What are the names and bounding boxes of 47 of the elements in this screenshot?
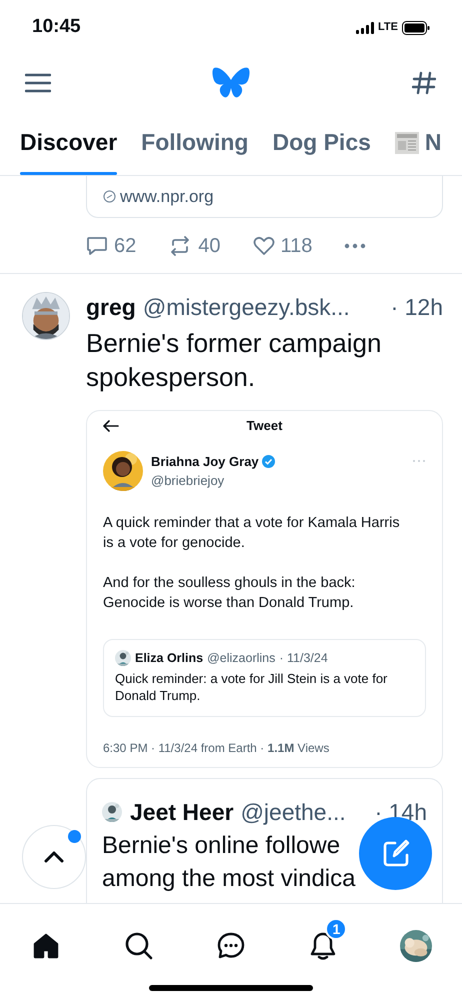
tweet-text: A quick reminder that a vote for Kamala Harris is a vote for genocide.: [103, 514, 401, 553]
feed-tab[interactable]: Following: [141, 110, 248, 175]
author-name[interactable]: greg: [86, 292, 136, 322]
feed-tab[interactable]: Discover: [20, 110, 118, 175]
compose-icon: [380, 838, 410, 868]
post-text: among the most vindica: [102, 864, 356, 894]
feed-tab[interactable]: Dog Pics: [272, 110, 371, 175]
post-text: Bernie's online followe: [102, 831, 340, 861]
link-card[interactable]: www.npr.org: [86, 176, 443, 218]
hashtag-icon: [412, 70, 436, 94]
reply-icon: [86, 236, 108, 256]
post-text: Bernie's former campaign spokesperson.: [86, 327, 382, 394]
quoted-tweet[interactable]: Eliza Orlins @elizaorlins · 11/3/24 Quick reminder: a vote for Jill Stein is a vote for Donald Trump.: [103, 639, 426, 717]
quote-date: · 11/3/24: [279, 650, 328, 667]
butterfly-logo: [212, 66, 250, 100]
post-time: · 12h: [390, 293, 443, 322]
repost-button[interactable]: 40: [168, 230, 220, 260]
heart-icon: [252, 236, 274, 256]
embedded-screenshot[interactable]: [86, 410, 443, 768]
quote-handle: @elizaorlins: [207, 650, 276, 667]
more-button[interactable]: [344, 242, 366, 248]
globe-icon: [103, 190, 116, 203]
tweet-meta: 6:30 PM · 11/3/24 from Earth · 1.1M Views: [103, 738, 426, 767]
author-name[interactable]: Jeet Heer: [130, 797, 234, 827]
reply-button[interactable]: 62: [86, 230, 136, 260]
chevron-up-icon: [44, 851, 64, 863]
clock-time: 10:45: [32, 15, 81, 40]
quote-text: Quick reminder: a vote for Jill Stein is a vote for Donald Trump.: [115, 670, 388, 704]
tweet-handle: @briebriejoy: [151, 472, 226, 490]
more-icon: [344, 242, 366, 248]
newspaper-icon: [394, 132, 419, 154]
battery-icon: [402, 20, 430, 34]
network-label: LTE: [378, 20, 398, 36]
screenshot-title: Tweet: [246, 417, 282, 436]
like-button[interactable]: 118: [252, 230, 312, 260]
quote-author: Eliza Orlins: [135, 650, 204, 667]
link-domain: www.npr.org: [120, 186, 214, 208]
menu-icon: [25, 72, 51, 92]
notification-badge: 1: [325, 918, 348, 940]
signal-icon: [356, 22, 374, 34]
back-arrow-icon: [103, 420, 119, 432]
author-handle[interactable]: @jeethe...: [240, 797, 346, 827]
more-icon: [412, 459, 426, 463]
tweet-text: And for the soulless ghouls in the back: Genocide is worse than Donald Trump.: [103, 574, 356, 613]
author-handle[interactable]: @mistergeezy.bsk...: [142, 292, 350, 322]
feed-tab[interactable]: N: [394, 110, 442, 175]
tweet-author: Briahna Joy Gray: [151, 452, 259, 471]
